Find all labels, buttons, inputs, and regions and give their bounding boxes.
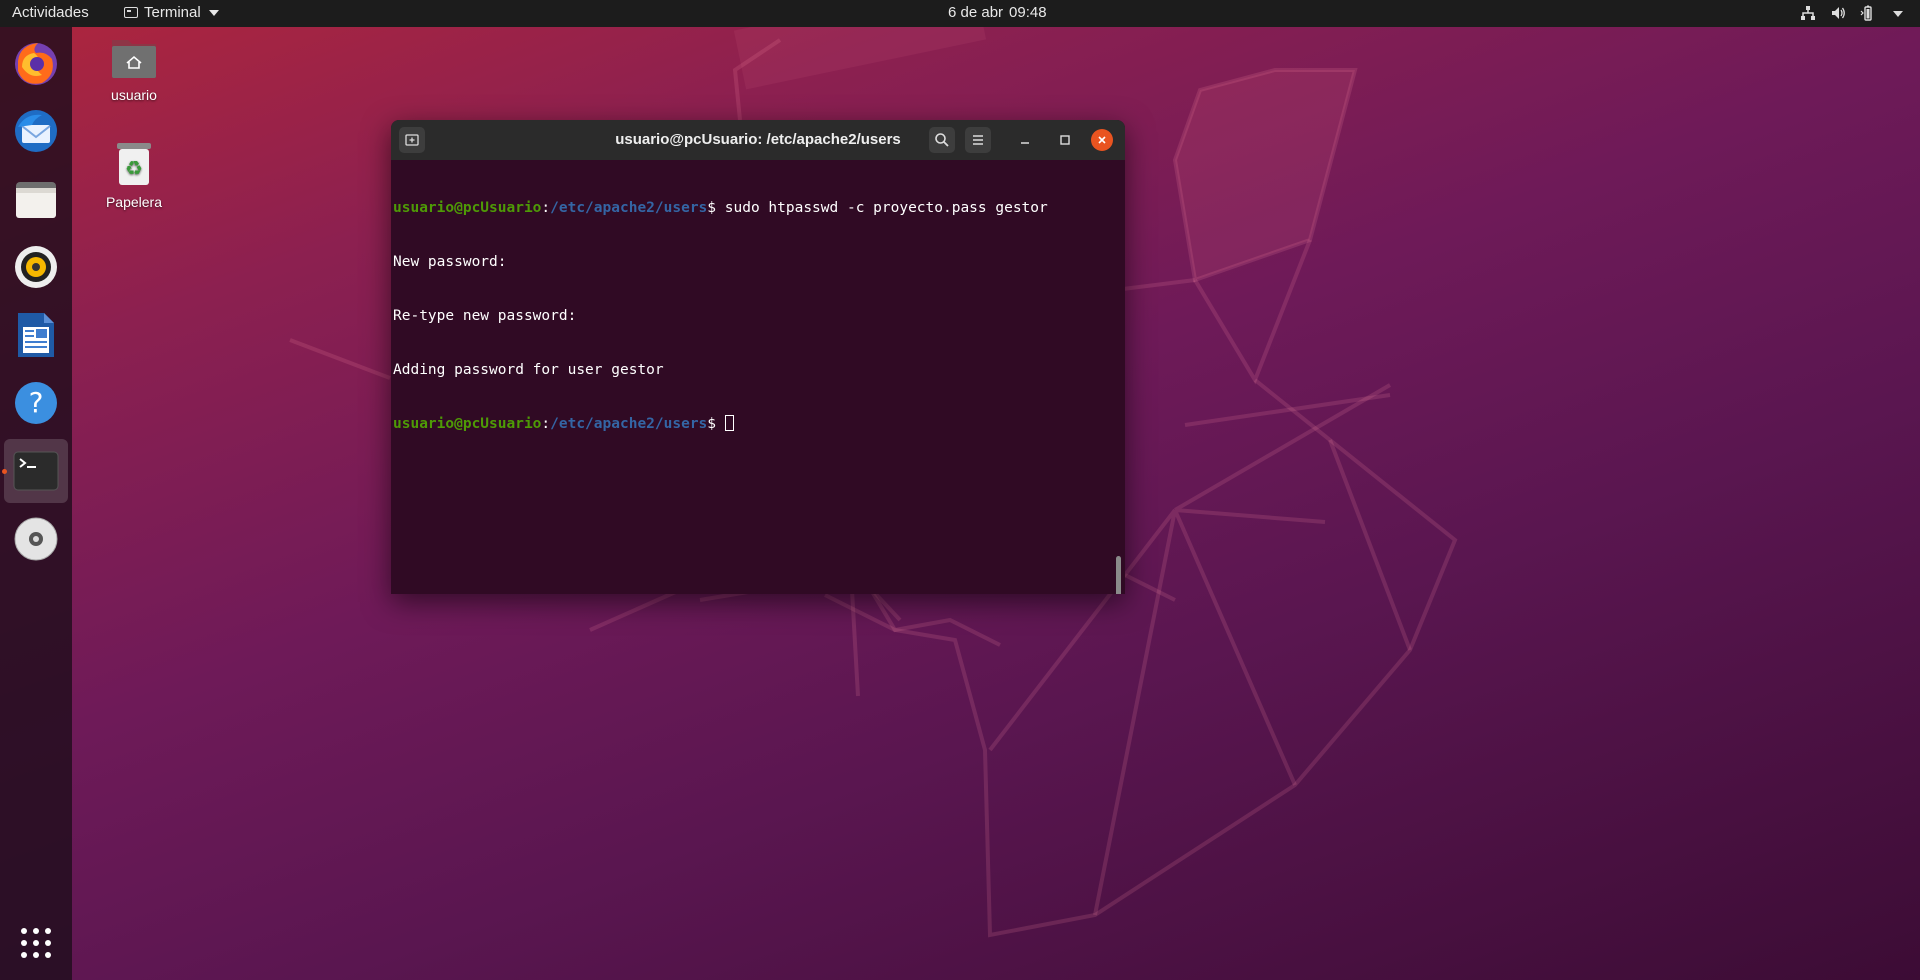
terminal-output[interactable]: usuario@pcUsuario:/etc/apache2/users$ su… bbox=[391, 160, 1125, 594]
volume-icon bbox=[1832, 7, 1845, 19]
desktop-icon-label: Papelera bbox=[105, 194, 163, 210]
svg-text:♻: ♻ bbox=[125, 156, 143, 180]
prompt-separator: : bbox=[541, 416, 551, 432]
firefox-icon bbox=[15, 43, 57, 85]
prompt-user: usuario@pcUsuario bbox=[393, 416, 542, 432]
terminal-window[interactable]: usuario@pcUsuario: /etc/apache2/users us… bbox=[391, 120, 1125, 594]
minimize-icon bbox=[1021, 142, 1029, 144]
app-menu[interactable]: Terminal bbox=[124, 4, 219, 21]
search-icon bbox=[935, 133, 949, 147]
maximize-icon bbox=[1060, 135, 1070, 145]
terminal-small-icon bbox=[124, 7, 138, 18]
dock-dvd[interactable] bbox=[4, 507, 68, 571]
search-button[interactable] bbox=[929, 127, 955, 153]
activities-button[interactable]: Actividades bbox=[12, 4, 89, 21]
dock-firefox[interactable] bbox=[4, 31, 68, 95]
dock-files[interactable] bbox=[4, 167, 68, 231]
desktop-icon-trash[interactable]: ♻ Papelera bbox=[84, 141, 184, 210]
dock-help[interactable]: ? bbox=[4, 371, 68, 435]
dock-rhythmbox[interactable] bbox=[4, 235, 68, 299]
close-icon bbox=[1098, 136, 1106, 144]
chevron-down-icon bbox=[208, 9, 219, 16]
folder-icon bbox=[16, 182, 56, 218]
close-button[interactable] bbox=[1091, 129, 1113, 151]
clock-date: 6 de abr bbox=[948, 4, 1004, 21]
top-bar: Actividades Terminal 6 de abr 09:48 bbox=[0, 0, 1920, 27]
clock[interactable]: 6 de abr 09:48 bbox=[948, 4, 1047, 21]
menu-button[interactable] bbox=[965, 127, 991, 153]
prompt-end: $ bbox=[707, 200, 725, 216]
trash-icon: ♻ bbox=[117, 143, 151, 185]
dock-terminal[interactable] bbox=[4, 439, 68, 503]
terminal-line: Adding password for user gestor bbox=[393, 362, 664, 378]
terminal-line: usuario@pcUsuario:/etc/apache2/users$ bbox=[393, 415, 1125, 433]
thunderbird-icon bbox=[15, 110, 57, 152]
command-text: sudo htpasswd -c proyecto.pass gestor bbox=[724, 200, 1048, 216]
speaker-icon bbox=[15, 246, 57, 288]
dock-libreoffice-writer[interactable] bbox=[4, 303, 68, 367]
hamburger-menu-icon bbox=[973, 135, 983, 145]
dock-thunderbird[interactable] bbox=[4, 99, 68, 163]
disc-icon bbox=[14, 517, 58, 561]
svg-text:?: ? bbox=[29, 386, 44, 419]
maximize-button[interactable] bbox=[1054, 129, 1076, 151]
terminal-line: Re-type new password: bbox=[393, 308, 577, 324]
clock-time: 09:48 bbox=[1009, 4, 1047, 21]
network-icon bbox=[1801, 6, 1815, 20]
prompt-separator: : bbox=[541, 200, 551, 216]
system-tray[interactable] bbox=[1800, 5, 1906, 21]
help-icon: ? bbox=[15, 382, 57, 424]
app-menu-label: Terminal bbox=[144, 4, 201, 21]
prompt-user: usuario@pcUsuario bbox=[393, 200, 542, 216]
dock: ? bbox=[0, 27, 72, 980]
prompt-end: $ bbox=[707, 416, 725, 432]
terminal-line: New password: bbox=[393, 254, 507, 270]
prompt-path: /etc/apache2/users bbox=[550, 416, 708, 432]
apps-grid-icon bbox=[21, 928, 51, 958]
desktop-icon-home[interactable]: usuario bbox=[84, 36, 184, 103]
desktop-icon-label: usuario bbox=[111, 87, 157, 103]
document-writer-icon bbox=[18, 313, 54, 357]
terminal-titlebar[interactable]: usuario@pcUsuario: /etc/apache2/users bbox=[391, 120, 1125, 160]
battery-icon bbox=[1860, 5, 1872, 21]
chevron-down-icon bbox=[1893, 11, 1903, 17]
terminal-scrollbar[interactable] bbox=[1116, 556, 1121, 594]
text-cursor bbox=[724, 415, 734, 431]
terminal-icon bbox=[13, 451, 59, 491]
minimize-button[interactable] bbox=[1014, 129, 1036, 151]
dock-active-indicator bbox=[2, 469, 7, 474]
show-applications-button[interactable] bbox=[4, 911, 68, 975]
terminal-line: usuario@pcUsuario:/etc/apache2/users$ su… bbox=[393, 199, 1125, 217]
home-folder-icon bbox=[112, 40, 156, 78]
prompt-path: /etc/apache2/users bbox=[550, 200, 708, 216]
